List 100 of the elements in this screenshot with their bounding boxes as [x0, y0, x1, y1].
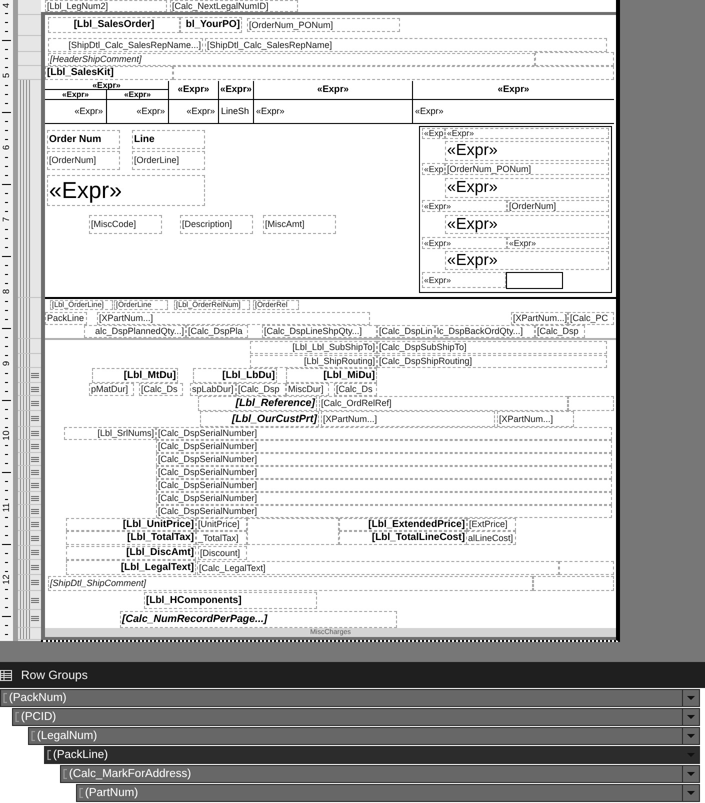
field-textbox[interactable]: pMatDur] [89, 383, 134, 396]
grip-icon[interactable] [31, 416, 39, 421]
field-textbox[interactable]: [OrderLine] [132, 151, 205, 170]
table-header-cell[interactable]: «Expr» [413, 81, 614, 100]
expression-textbox[interactable]: «Expr» [507, 237, 609, 249]
expression-textbox[interactable]: «Expr» [445, 141, 609, 161]
table-cell[interactable]: «Expr» [169, 100, 219, 124]
row-handle[interactable] [18, 368, 41, 383]
row-group-item[interactable]: (PackLine) [44, 746, 700, 764]
table-header-cell[interactable]: «Expr» [169, 81, 219, 100]
field-textbox[interactable]: [Calc_DspSerialNumber] [156, 466, 612, 479]
row-handle[interactable] [18, 492, 41, 505]
field-textbox[interactable]: [Calc_NextLegalNumID] [170, 0, 298, 12]
table-cell[interactable]: «Expr» [45, 100, 107, 124]
field-textbox[interactable]: [Calc_Dsp [535, 325, 585, 338]
row-handle[interactable] [18, 479, 41, 492]
row-group-item[interactable]: (LegalNum) [28, 727, 700, 745]
label-textbox[interactable]: [Lbl_LegalText] [66, 560, 196, 575]
field-textbox[interactable]: [Calc_DspSubShipTo] [377, 341, 607, 354]
expression-textbox[interactable]: «Expr» [445, 178, 609, 198]
row-handle[interactable] [18, 518, 41, 531]
expression-textbox[interactable]: «Expr» [422, 272, 506, 288]
field-textbox[interactable]: [MiscCode] [89, 215, 162, 234]
empty-textbox[interactable] [559, 561, 614, 575]
label-textbox[interactable]: Order Num [47, 130, 120, 149]
rectangle-frame[interactable]: «Exp «Expr» «Expr» «Exp [OrderNum_PONum] «Expr» «Expr» [OrderNum] «Expr» «Expr» «Expr» «Expr» «Expr» [419, 126, 612, 293]
grip-icon[interactable] [31, 444, 39, 448]
grip-icon[interactable] [31, 580, 39, 585]
field-textbox[interactable]: [XPartNum...] [497, 411, 574, 427]
field-textbox[interactable]: [Calc_DspPla [186, 325, 248, 338]
caption-textbox[interactable]: [Lbl_Reference] [198, 396, 317, 411]
row-group-item[interactable]: (PackNum) [0, 689, 700, 707]
field-textbox[interactable]: alc_DspPlannedQty...] [84, 325, 186, 338]
row-handle[interactable] [18, 440, 41, 453]
table-cell[interactable]: LineSh [219, 100, 254, 124]
field-textbox[interactable]: [XPartNum...] [97, 312, 370, 325]
grip-icon[interactable] [31, 430, 39, 436]
row-handle[interactable] [18, 383, 41, 396]
field-textbox[interactable]: alLineCost] [466, 531, 516, 545]
row-handle[interactable] [18, 298, 41, 339]
expression-textbox[interactable]: «Exp [422, 128, 445, 139]
field-textbox[interactable]: MiscDur] [286, 383, 329, 396]
row-handle[interactable] [18, 339, 41, 354]
grip-icon[interactable] [31, 616, 39, 621]
empty-textbox[interactable] [568, 396, 614, 411]
field-textbox[interactable]: [ShipDtl_Calc_SalesRepName] [205, 38, 607, 52]
expression-textbox[interactable]: «Expr» [422, 200, 507, 212]
table-header-cell[interactable]: «Expr» [219, 81, 254, 100]
table-header-cell[interactable]: «Expr» [254, 81, 413, 100]
field-textbox[interactable]: PackLine [45, 312, 87, 325]
field-textbox[interactable]: [OrderNum_PONum] [445, 163, 609, 175]
field-textbox[interactable]: [Calc_DspSerialNumber] [156, 427, 612, 440]
empty-rectangle[interactable] [506, 272, 563, 289]
field-textbox[interactable]: [Lbl_LegNum2] [45, 0, 167, 12]
grip-icon[interactable] [31, 470, 39, 474]
field-textbox[interactable]: [Lbl_Lbl_SubShipTo] [250, 341, 377, 354]
caption-textbox[interactable]: [Lbl_OurCustPrt] [200, 411, 319, 427]
field-textbox[interactable]: [Calc_DspSerialNumber] [156, 440, 612, 453]
field-textbox[interactable]: [ExtPrice] [467, 518, 516, 531]
comment-textbox[interactable]: [HeaderShipComment] [48, 53, 535, 66]
label-textbox[interactable]: [Lbl_TotalLineCost] [339, 531, 467, 545]
label-textbox[interactable]: [Lbl_MtDu] [92, 368, 178, 383]
label-textbox[interactable]: [Lbl_ExtendedPrice] [339, 518, 467, 531]
expression-textbox[interactable]: «Expr» [445, 128, 609, 139]
table-cell[interactable]: «Expr» [413, 100, 614, 124]
field-textbox[interactable]: [Calc_Dsp [236, 383, 286, 396]
field-textbox[interactable]: [Calc_Ds [334, 383, 377, 396]
grip-icon[interactable] [31, 372, 39, 378]
expression-textbox[interactable]: «Expr» [445, 251, 609, 270]
grip-icon[interactable] [31, 536, 39, 540]
field-textbox[interactable]: [Calc_LegalText] [197, 561, 559, 575]
table-cell[interactable]: «Expr» [254, 100, 413, 124]
field-textbox[interactable]: [Description] [180, 215, 253, 234]
field-textbox[interactable]: [Calc_DspSerialNumber] [156, 453, 612, 466]
grip-icon[interactable] [31, 456, 39, 462]
table-header-cell[interactable]: «Expr» [107, 90, 169, 100]
field-textbox[interactable]: [Calc_OrdRelRef] [319, 396, 568, 411]
label-textbox[interactable]: [Lbl_SalesKit] [45, 66, 173, 80]
row-handle[interactable] [18, 560, 41, 575]
grip-icon[interactable] [31, 550, 39, 555]
grip-icon[interactable] [31, 482, 39, 488]
table-cell[interactable]: «Expr» [107, 100, 169, 124]
field-textbox[interactable]: [Calc_DspShipRouting] [377, 355, 607, 368]
row-handle[interactable] [18, 505, 41, 518]
field-textbox[interactable]: [ShipDtl_Calc_SalesRepName...] [48, 38, 203, 52]
label-textbox[interactable]: [Lbl_SalesOrder] [48, 17, 180, 33]
expression-textbox[interactable]: «Exp [422, 163, 445, 175]
label-textbox[interactable]: [Lbl_UnitPrice] [66, 518, 196, 531]
row-handle[interactable] [18, 396, 41, 411]
grip-icon[interactable] [31, 598, 39, 602]
field-textbox[interactable]: [Discount] [198, 546, 247, 560]
field-textbox[interactable]: [Calc_DspSerialNumber] [156, 492, 612, 505]
table-header-cell[interactable]: «Expr» [45, 90, 107, 100]
row-handle[interactable] [18, 575, 41, 591]
label-textbox[interactable]: [Lbl_HComponents] [144, 592, 317, 609]
field-textbox[interactable]: [XPartNum...] [511, 312, 568, 325]
field-textbox[interactable]: [Lbl_SrlNums] [64, 427, 156, 440]
row-group-item[interactable]: (PartNum) [76, 784, 700, 802]
row-handle[interactable] [18, 546, 41, 560]
field-textbox[interactable]: [Calc_PC [568, 312, 614, 325]
